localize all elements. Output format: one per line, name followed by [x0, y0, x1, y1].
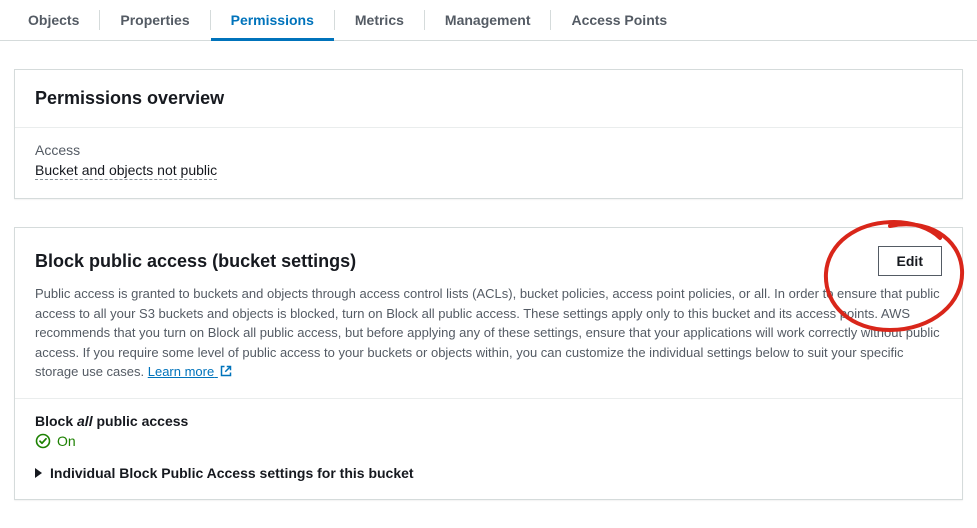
block-all-public-access-heading: Block all public access — [35, 413, 942, 429]
bpa-status-row: On — [35, 433, 942, 449]
edit-button[interactable]: Edit — [878, 246, 942, 276]
tab-permissions[interactable]: Permissions — [211, 0, 334, 40]
bpa-body: Block all public access On Individual Bl… — [15, 399, 962, 499]
block-public-access-panel: Block public access (bucket settings) Ed… — [14, 227, 963, 500]
panel-header: Permissions overview — [15, 70, 962, 128]
tab-properties[interactable]: Properties — [100, 0, 209, 40]
tabs-bar: Objects Properties Permissions Metrics M… — [0, 0, 977, 41]
tab-management[interactable]: Management — [425, 0, 551, 40]
panel-body: Access Bucket and objects not public — [15, 128, 962, 198]
page-title: Permissions overview — [35, 88, 224, 109]
external-link-icon — [220, 365, 232, 377]
learn-more-label: Learn more — [148, 364, 214, 379]
bpa-title: Block public access (bucket settings) — [35, 251, 878, 272]
bpa-description: Public access is granted to buckets and … — [35, 284, 942, 382]
bpa-status-on: On — [57, 433, 76, 449]
tab-objects[interactable]: Objects — [8, 0, 99, 40]
permissions-overview-panel: Permissions overview Access Bucket and o… — [14, 69, 963, 199]
tab-metrics[interactable]: Metrics — [335, 0, 424, 40]
individual-settings-expander[interactable]: Individual Block Public Access settings … — [35, 465, 942, 481]
access-label: Access — [35, 142, 942, 158]
tab-access-points[interactable]: Access Points — [551, 0, 687, 40]
caret-right-icon — [35, 468, 42, 478]
success-check-icon — [35, 433, 51, 449]
panel-header: Block public access (bucket settings) Ed… — [15, 228, 962, 276]
expander-label: Individual Block Public Access settings … — [50, 465, 414, 481]
access-value[interactable]: Bucket and objects not public — [35, 162, 217, 180]
learn-more-link[interactable]: Learn more — [148, 364, 232, 379]
